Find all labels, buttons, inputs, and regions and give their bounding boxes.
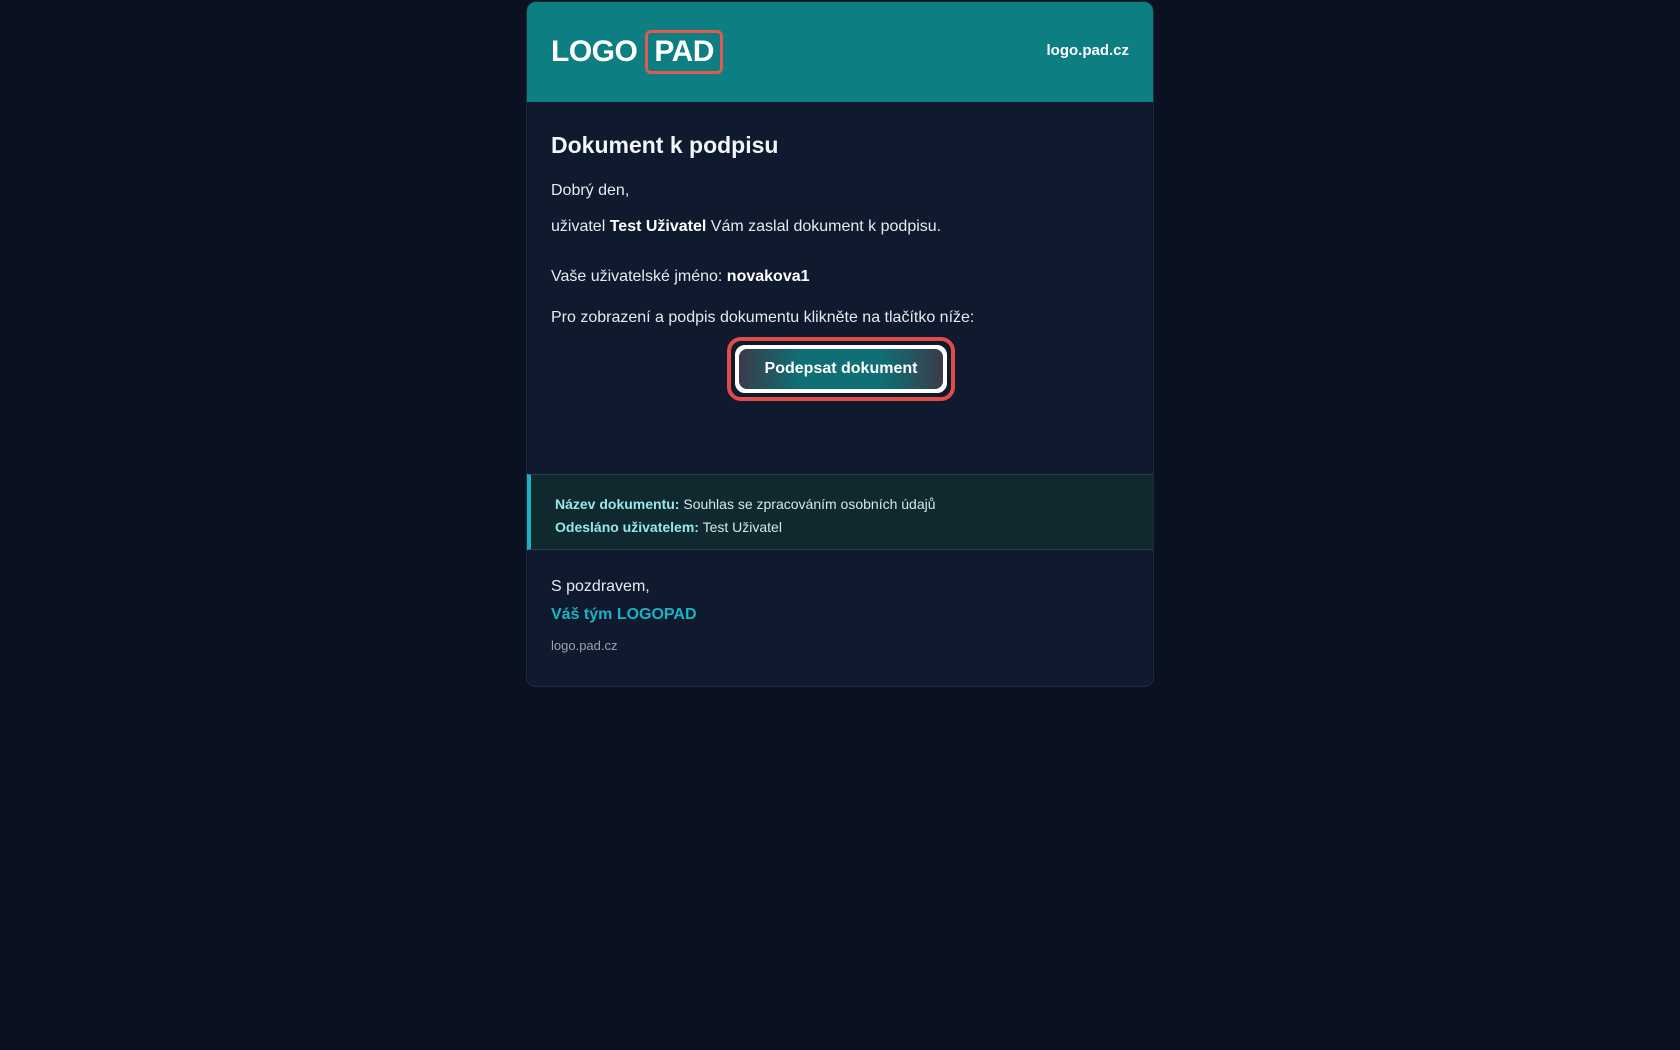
sent-suffix: Vám zaslal dokument k podpisu. <box>706 218 942 235</box>
sent-by-row: Odesláno uživatelem: Test Uživatel <box>555 516 1129 539</box>
sign-document-button[interactable]: Podepsat dokument <box>739 349 943 389</box>
document-name-row: Název dokumentu: Souhlas se zpracováním … <box>555 493 1129 516</box>
username-label: Vaše uživatelské jméno: <box>551 268 727 285</box>
sent-prefix: uživatel <box>551 218 610 235</box>
document-info-box: Název dokumentu: Souhlas se zpracováním … <box>527 474 1153 550</box>
username-line: Vaše uživatelské jméno: novakova1 <box>551 267 1129 287</box>
team-link[interactable]: Váš tým LOGOPAD <box>551 606 697 624</box>
sender-name: Test Uživatel <box>609 218 707 235</box>
regards-text: S pozdravem, <box>551 578 650 595</box>
email-card: LOGO PAD logo.pad.cz Dokument k podpisu … <box>526 1 1154 687</box>
logo-text-right: PAD <box>645 30 723 74</box>
header-site-link[interactable]: logo.pad.cz <box>1047 42 1130 59</box>
sign-button-outline: Podepsat dokument <box>735 345 947 393</box>
sent-message: uživatel Test Uživatel Vám zaslal dokume… <box>551 217 1129 237</box>
footer-url: logo.pad.cz <box>551 638 618 653</box>
username-value: novakova1 <box>726 268 810 285</box>
sent-by-label: Odesláno uživatelem: <box>555 519 699 535</box>
email-header: LOGO PAD logo.pad.cz <box>527 2 1153 102</box>
sign-button-highlight: Podepsat dokument <box>727 337 955 401</box>
greeting: Dobrý den, <box>551 182 630 199</box>
document-name-label: Název dokumentu: <box>555 496 680 512</box>
instruction-text: Pro zobrazení a podpis dokumentu kliknět… <box>551 309 975 326</box>
email-body: Dokument k podpisu Dobrý den, uživatel T… <box>527 102 1153 328</box>
email-footer: S pozdravem, Váš tým LOGOPAD logo.pad.cz <box>551 578 697 653</box>
sent-by-value: Test Uživatel <box>698 519 782 535</box>
logo: LOGO PAD <box>551 30 723 74</box>
email-title: Dokument k podpisu <box>551 132 779 158</box>
logo-text-left: LOGO <box>551 35 638 68</box>
document-name-value: Souhlas se zpracováním osobních údajů <box>679 496 936 512</box>
